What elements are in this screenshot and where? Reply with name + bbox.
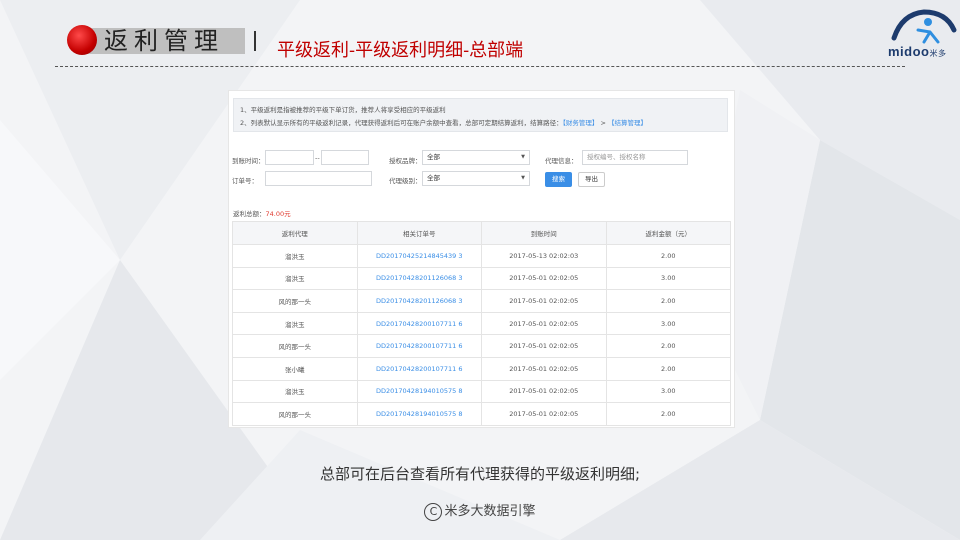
agent-cell: 风的那一头 <box>232 289 358 313</box>
agent-info-label: 代理信息： <box>545 157 578 165</box>
table-row: 溜洪玉 DD20170428200107711 6 2017-05-01 02:… <box>232 311 731 336</box>
rebate-total-amount: 74.00元 <box>265 210 291 218</box>
column-header-order: 相关订单号 <box>356 221 482 245</box>
date-end-input[interactable] <box>321 150 369 165</box>
order-input[interactable] <box>265 171 372 186</box>
amount-cell: 2.00 <box>605 289 731 313</box>
title-red-dot <box>67 25 97 55</box>
footer-brand: 米多大数据引擎 <box>444 504 536 519</box>
copyright-icon: C <box>424 502 443 521</box>
amount-cell: 3.00 <box>605 311 731 336</box>
export-button[interactable]: 导出 <box>578 172 605 187</box>
time-cell: 2017-05-01 02:02:05 <box>481 356 607 381</box>
order-label: 订单号： <box>232 177 258 185</box>
column-header-agent: 返利代理 <box>232 221 358 245</box>
order-link[interactable]: DD20170428194010575 8 <box>356 402 482 426</box>
admin-screenshot-panel: 1、平级返利是指被推荐的平级下单订货，推荐人将享受相应的平级返利 2、列表默认显… <box>229 91 734 427</box>
notice-line-2: 2、列表默认显示所有的平级返利记录，代理获得返利后可在账户余额中查看，总部可定期… <box>240 119 647 127</box>
agent-cell: 溜洪玉 <box>232 244 358 268</box>
slide-subtitle: 平级返利-平级返利明细-总部端 <box>277 40 524 61</box>
table-row: 风的那一头 DD20170428200107711 6 2017-05-01 0… <box>232 334 731 358</box>
table-row: 风的那一头 DD20170428194010575 8 2017-05-01 0… <box>232 402 731 426</box>
slide-caption: 总部可在后台查看所有代理获得的平级返利明细; <box>319 465 641 483</box>
level-label: 代理级别： <box>389 177 422 185</box>
table-row: 张小曦 DD20170428200107711 6 2017-05-01 02:… <box>232 356 731 381</box>
amount-cell: 2.00 <box>605 356 731 381</box>
time-cell: 2017-05-01 02:02:05 <box>481 266 607 291</box>
column-header-amount: 返利金额（元） <box>605 221 731 245</box>
slide-footer: C 米多大数据引擎 <box>0 500 960 521</box>
date-separator: -- <box>315 154 320 162</box>
time-cell: 2017-05-01 02:02:05 <box>481 311 607 336</box>
logo-text: midoo米多 <box>888 44 947 59</box>
amount-cell: 2.00 <box>605 402 731 426</box>
agent-cell: 风的那一头 <box>232 402 358 426</box>
chevron-down-icon: ▼ <box>521 154 525 160</box>
time-cell: 2017-05-13 02:02:03 <box>481 244 607 268</box>
amount-cell: 3.00 <box>605 266 731 291</box>
order-link[interactable]: DD20170428201126068 3 <box>356 266 482 291</box>
agent-info-input[interactable]: 授权编号、授权名称 <box>582 150 688 165</box>
brand-label: 授权品牌： <box>389 157 422 165</box>
time-cell: 2017-05-01 02:02:05 <box>481 289 607 313</box>
time-cell: 2017-05-01 02:02:05 <box>481 379 607 404</box>
notice-box: 1、平级返利是指被推荐的平级下单订货，推荐人将享受相应的平级返利 2、列表默认显… <box>233 98 728 132</box>
title-separator <box>254 31 256 51</box>
order-link[interactable]: DD20170428194010575 8 <box>356 379 482 404</box>
agent-cell: 风的那一头 <box>232 334 358 358</box>
amount-cell: 3.00 <box>605 379 731 404</box>
table-header-row: 返利代理 相关订单号 到账时间 返利金额（元） <box>232 221 731 245</box>
order-link[interactable]: DD20170428201126068 3 <box>356 289 482 313</box>
table-row: 溜洪玉 DD20170425214845439 3 2017-05-13 02:… <box>232 244 731 268</box>
header-divider <box>55 66 905 67</box>
settlement-management-link[interactable]: 【结算管理】 <box>608 119 647 127</box>
agent-cell: 张小曦 <box>232 356 358 381</box>
level-select[interactable]: 全部 ▼ <box>422 171 530 186</box>
order-link[interactable]: DD20170425214845439 3 <box>356 244 482 268</box>
order-link[interactable]: DD20170428200107711 6 <box>356 334 482 358</box>
date-label: 到账时间： <box>232 157 265 165</box>
table-row: 溜洪玉 DD20170428194010575 8 2017-05-01 02:… <box>232 379 731 404</box>
chevron-down-icon: ▼ <box>521 175 525 181</box>
order-link[interactable]: DD20170428200107711 6 <box>356 356 482 381</box>
agent-cell: 溜洪玉 <box>232 311 358 336</box>
logo-mark-icon <box>891 9 957 44</box>
agent-cell: 溜洪玉 <box>232 266 358 291</box>
slide-title: 返利管理 <box>104 27 224 55</box>
rebate-total: 返利总额：74.00元 <box>233 210 291 218</box>
amount-cell: 2.00 <box>605 244 731 268</box>
date-start-input[interactable] <box>265 150 314 165</box>
notice-line-1: 1、平级返利是指被推荐的平级下单订货，推荐人将享受相应的平级返利 <box>240 106 446 114</box>
amount-cell: 2.00 <box>605 334 731 358</box>
table-row: 风的那一头 DD20170428201126068 3 2017-05-01 0… <box>232 289 731 313</box>
time-cell: 2017-05-01 02:02:05 <box>481 334 607 358</box>
finance-management-link[interactable]: 【财务管理】 <box>563 119 599 127</box>
table-row: 溜洪玉 DD20170428201126068 3 2017-05-01 02:… <box>232 266 731 291</box>
brand-select[interactable]: 全部 ▼ <box>422 150 530 165</box>
order-link[interactable]: DD20170428200107711 6 <box>356 311 482 336</box>
agent-cell: 溜洪玉 <box>232 379 358 404</box>
column-header-time: 到账时间 <box>481 221 607 245</box>
rebate-table: 返利代理 相关订单号 到账时间 返利金额（元） 溜洪玉 DD2017042521… <box>232 221 731 426</box>
time-cell: 2017-05-01 02:02:05 <box>481 402 607 426</box>
search-button[interactable]: 搜索 <box>545 172 572 187</box>
midoo-logo: midoo米多 <box>888 8 958 62</box>
